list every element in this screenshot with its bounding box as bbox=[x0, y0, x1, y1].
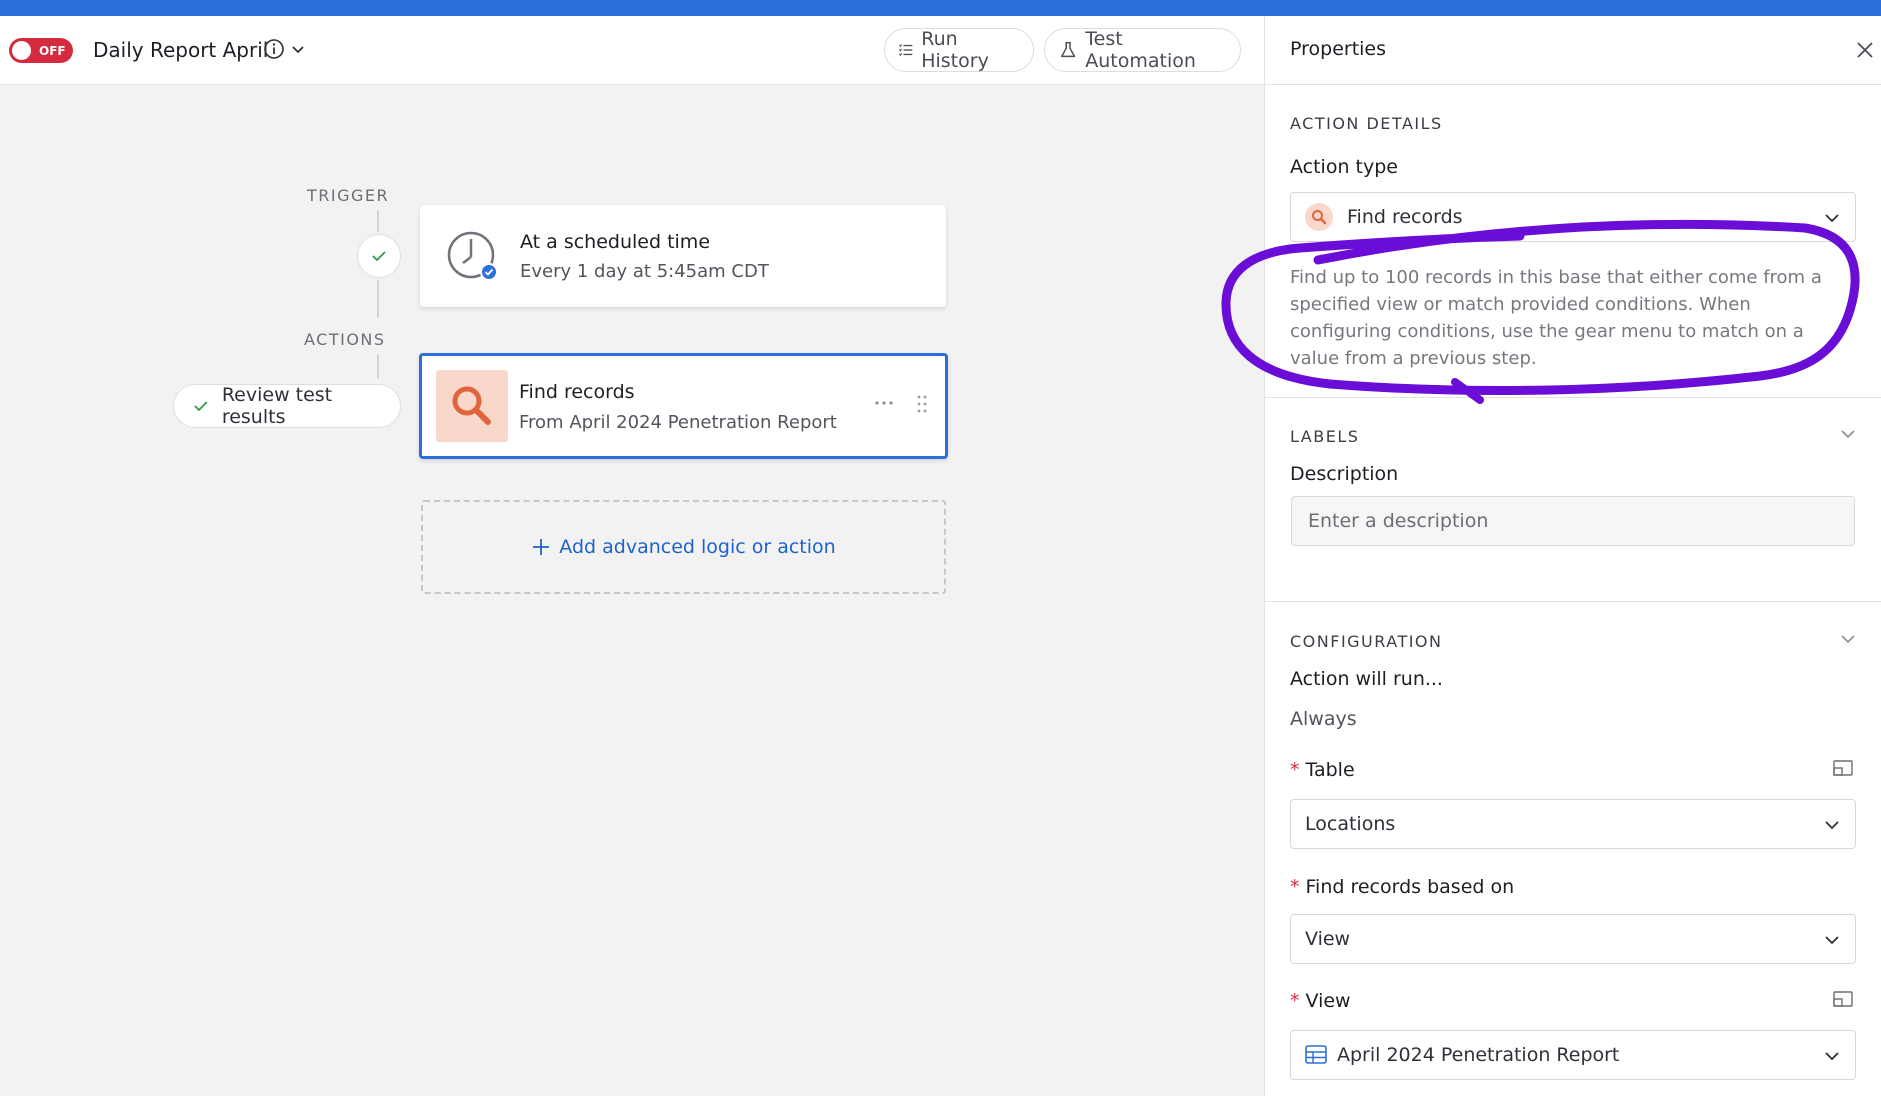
trigger-card[interactable]: At a scheduled time Every 1 day at 5:45a… bbox=[420, 205, 946, 307]
table-label: Table bbox=[1305, 759, 1355, 781]
plus-icon bbox=[533, 539, 550, 555]
chevron-down-icon[interactable] bbox=[1839, 630, 1857, 648]
review-test-results-label: Review test results bbox=[221, 384, 333, 428]
info-icon[interactable] bbox=[263, 38, 285, 60]
test-automation-label: Test Automation bbox=[1085, 28, 1196, 72]
find-based-value: View bbox=[1305, 928, 1351, 950]
trigger-status-circle bbox=[357, 234, 401, 278]
find-based-label: Find records based on bbox=[1305, 876, 1515, 898]
required-marker: * bbox=[1290, 759, 1300, 781]
action-type-value: Find records bbox=[1347, 206, 1463, 228]
automation-header: OFF Daily Report April Run History Test … bbox=[0, 16, 1264, 85]
action-run-label: Action will run... bbox=[1290, 668, 1443, 690]
panel-header: Properties bbox=[1265, 16, 1881, 85]
chevron-down-icon bbox=[1825, 821, 1839, 830]
expand-icon[interactable] bbox=[1833, 991, 1853, 1009]
chevron-down-icon bbox=[1825, 936, 1839, 945]
section-divider bbox=[1265, 601, 1881, 602]
connector-line bbox=[377, 210, 379, 232]
add-logic-label: Add advanced logic or action bbox=[559, 536, 836, 558]
configuration-caption: CONFIGURATION bbox=[1290, 632, 1443, 651]
action-type-description: Find up to 100 records in this base that… bbox=[1290, 267, 1822, 369]
chevron-down-icon bbox=[1825, 1052, 1839, 1061]
find-based-select[interactable]: View bbox=[1290, 914, 1856, 964]
grid-view-icon bbox=[1305, 1045, 1327, 1064]
find-records-badge bbox=[1305, 203, 1333, 231]
description-label: Description bbox=[1290, 463, 1399, 485]
action-type-select[interactable]: Find records bbox=[1290, 192, 1856, 242]
close-icon[interactable] bbox=[1855, 40, 1875, 60]
clock-icon bbox=[447, 231, 498, 281]
action-type-label: Action type bbox=[1290, 156, 1398, 178]
description-input[interactable]: Enter a description bbox=[1291, 496, 1855, 546]
expand-icon[interactable] bbox=[1833, 760, 1853, 778]
run-history-label: Run History bbox=[921, 28, 989, 72]
trigger-title: At a scheduled time bbox=[520, 231, 711, 253]
find-records-action-card[interactable]: Find records From April 2024 Penetration… bbox=[419, 353, 948, 459]
search-icon bbox=[1312, 210, 1327, 225]
check-icon bbox=[194, 401, 208, 412]
action-subtitle: From April 2024 Penetration Report bbox=[519, 412, 837, 433]
actions-section-label: ACTIONS bbox=[304, 330, 386, 349]
add-logic-or-action-button[interactable]: Add advanced logic or action bbox=[421, 500, 946, 594]
automation-toggle[interactable]: OFF bbox=[9, 38, 73, 63]
connector-line bbox=[377, 280, 379, 318]
test-automation-button[interactable]: Test Automation bbox=[1044, 28, 1241, 72]
labels-caption: LABELS bbox=[1290, 427, 1360, 446]
section-divider bbox=[1265, 397, 1881, 398]
action-run-value[interactable]: Always bbox=[1290, 708, 1357, 730]
search-icon bbox=[452, 386, 491, 425]
list-icon bbox=[899, 44, 913, 57]
chevron-down-icon[interactable] bbox=[290, 41, 306, 57]
run-history-button[interactable]: Run History bbox=[884, 28, 1034, 72]
find-based-field-label: * Find records based on bbox=[1290, 876, 1514, 898]
view-field-label: * View bbox=[1290, 990, 1351, 1012]
properties-panel: Properties ACTION DETAILS Action type Fi… bbox=[1264, 16, 1881, 1096]
action-title: Find records bbox=[519, 381, 635, 403]
panel-title: Properties bbox=[1290, 38, 1387, 60]
chevron-down-icon bbox=[1825, 214, 1839, 223]
drag-handle-icon[interactable] bbox=[916, 394, 928, 414]
review-test-results-button[interactable]: Review test results bbox=[173, 384, 401, 428]
chevron-down-icon[interactable] bbox=[1839, 425, 1857, 443]
table-select[interactable]: Locations bbox=[1290, 799, 1856, 849]
trigger-section-label: TRIGGER bbox=[307, 186, 390, 205]
connector-line bbox=[377, 354, 379, 378]
toggle-label: OFF bbox=[39, 43, 66, 58]
table-field-label: * Table bbox=[1290, 759, 1355, 781]
view-select[interactable]: April 2024 Penetration Report bbox=[1290, 1030, 1856, 1080]
find-records-icon-tile bbox=[436, 370, 508, 442]
toggle-knob bbox=[12, 41, 31, 60]
description-placeholder: Enter a description bbox=[1308, 510, 1489, 532]
required-marker: * bbox=[1290, 876, 1300, 898]
trigger-subtitle: Every 1 day at 5:45am CDT bbox=[520, 261, 769, 282]
top-accent-bar bbox=[0, 0, 1881, 16]
table-value: Locations bbox=[1305, 813, 1396, 835]
required-marker: * bbox=[1290, 990, 1300, 1012]
check-icon bbox=[372, 251, 386, 262]
view-value: April 2024 Penetration Report bbox=[1337, 1044, 1620, 1066]
view-label: View bbox=[1305, 990, 1351, 1012]
more-options-icon[interactable] bbox=[874, 400, 894, 406]
flask-icon bbox=[1061, 41, 1076, 58]
action-details-caption: ACTION DETAILS bbox=[1290, 114, 1443, 133]
automation-name[interactable]: Daily Report April bbox=[93, 38, 268, 62]
